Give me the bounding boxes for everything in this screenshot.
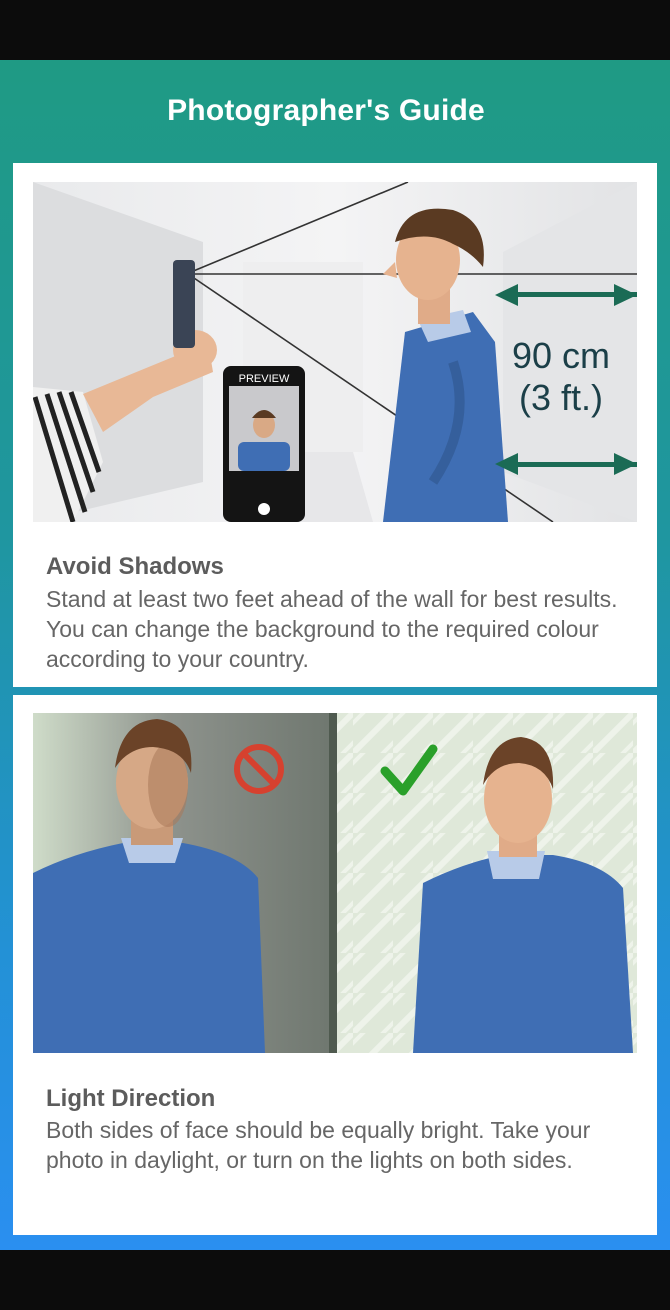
navigation-bar xyxy=(0,1250,670,1310)
card-description: Stand at least two feet ahead of the wal… xyxy=(46,586,618,672)
card-description: Both sides of face should be equally bri… xyxy=(46,1117,591,1173)
card-heading: Avoid Shadows xyxy=(46,553,224,580)
distance-metric-label: 90 cm xyxy=(512,335,610,376)
card-heading: Light Direction xyxy=(46,1085,216,1112)
distance-imperial-label: (3 ft.) xyxy=(519,377,603,418)
svg-text:PREVIEW: PREVIEW xyxy=(239,373,290,385)
guide-card-light-direction: Light Direction Both sides of face shoul… xyxy=(13,695,657,1235)
status-bar xyxy=(0,0,670,60)
distance-illustration: PREVIEW 90 cm (3 ft.) xyxy=(33,182,637,522)
guide-card-avoid-shadows: PREVIEW 90 cm (3 ft.) Avoid Shadows Stan… xyxy=(13,163,657,687)
phone-preview: PREVIEW xyxy=(223,366,305,522)
app-screen: Photographer's Guide PREVIEW 90 cm (3 ft… xyxy=(0,60,670,1250)
page-title: Photographer's Guide xyxy=(167,94,485,127)
lighting-comparison-illustration xyxy=(33,713,637,1053)
